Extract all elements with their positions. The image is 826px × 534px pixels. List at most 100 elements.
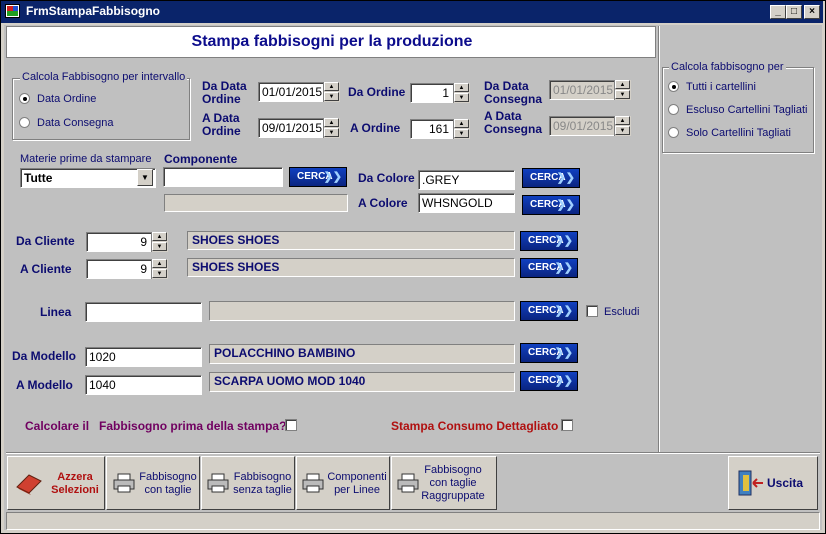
fabbisogno-raggruppate-label: Fabbisogno con taglie Raggruppate (421, 464, 485, 502)
a-modello-description: SCARPA UOMO MOD 1040 (209, 372, 515, 392)
radio-solo-tagliati[interactable] (668, 127, 679, 138)
da-data-consegna-label: Da Data Consegna (484, 79, 543, 106)
linea-field[interactable] (85, 302, 202, 322)
cerca-da-cliente-button[interactable]: CERCA ❯❯ (520, 231, 578, 251)
cerca-a-cliente-button[interactable]: CERCA ❯❯ (520, 258, 578, 278)
interval-group-title: Calcola Fabbisogno per intervallo (20, 71, 188, 83)
vertical-divider (658, 26, 660, 453)
page-title: Stampa fabbisogni per la produzione (191, 33, 473, 50)
a-data-ordine-spinner[interactable]: ▲ ▼ (323, 118, 340, 138)
da-data-ordine-field[interactable]: 01/01/2015 (258, 82, 324, 102)
a-data-consegna-label: A Data Consegna (484, 109, 543, 136)
materie-select[interactable]: Tutte (20, 168, 156, 188)
radio-escluso-tagliati[interactable] (668, 104, 679, 115)
double-chevron-icon: ❯❯ (556, 172, 575, 184)
radio-tutti-cartellini-label: Tutti i cartellini (686, 81, 756, 93)
da-cliente-spinner[interactable]: ▲ ▼ (151, 232, 168, 252)
cerca-a-modello-button[interactable]: CERCA ❯❯ (520, 371, 578, 391)
escludi-checkbox[interactable] (586, 305, 598, 317)
a-modello-label: A Modello (16, 378, 73, 392)
double-chevron-icon: ❯❯ (556, 199, 575, 211)
chevron-down-icon[interactable]: ▼ (137, 169, 153, 186)
cerca-linea-button[interactable]: CERCA ❯❯ (520, 301, 578, 321)
window-title: FrmStampaFabbisogno (26, 4, 161, 18)
da-data-consegna-spinner[interactable]: ▲ ▼ (614, 80, 631, 100)
materie-select-value: Tutte (24, 171, 53, 185)
da-data-ordine-spinner[interactable]: ▲ ▼ (323, 82, 340, 102)
linea-description (209, 301, 515, 321)
da-data-consegna-field[interactable]: 01/01/2015 (549, 80, 615, 100)
printer-icon (113, 473, 135, 493)
maximize-button[interactable]: □ (786, 5, 802, 19)
fabbisogno-raggruppate-button[interactable]: Fabbisogno con taglie Raggruppate (391, 456, 497, 510)
da-ordine-spinner[interactable]: ▲ ▼ (453, 83, 470, 103)
eraser-icon (16, 474, 42, 495)
radio-escluso-tagliati-label: Escluso Cartellini Tagliati (686, 104, 808, 116)
double-chevron-icon: ❯❯ (554, 262, 573, 274)
a-data-ordine-field[interactable]: 09/01/2015 (258, 118, 324, 138)
a-modello-field[interactable]: 1040 (85, 375, 202, 395)
a-ordine-field[interactable]: 161 (410, 119, 454, 139)
fabbisogno-senza-taglie-button[interactable]: Fabbisogno senza taglie (201, 456, 295, 510)
a-data-ordine-label: A Data Ordine (202, 111, 241, 138)
radio-data-consegna-label: Data Consegna (37, 117, 114, 129)
a-cliente-label: A Cliente (20, 262, 72, 276)
azzera-button[interactable]: Azzera Selezioni (7, 456, 105, 510)
header-panel: Stampa fabbisogni per la produzione (6, 26, 656, 58)
a-cliente-spinner[interactable]: ▲ ▼ (151, 259, 168, 279)
calc-group-title: Calcola fabbisogno per (669, 61, 786, 73)
a-data-consegna-field[interactable]: 09/01/2015 (549, 116, 615, 136)
radio-data-consegna[interactable] (19, 117, 30, 128)
uscita-button[interactable]: Uscita (728, 456, 818, 510)
escludi-label: Escludi (604, 306, 640, 318)
da-cliente-label: Da Cliente (16, 234, 75, 248)
printer-icon (207, 473, 229, 493)
componente-description (164, 194, 348, 212)
a-colore-label: A Colore (358, 196, 408, 210)
fabbisogno-con-taglie-label: Fabbisogno con taglie (139, 471, 197, 496)
da-cliente-description: SHOES SHOES (187, 231, 515, 250)
radio-solo-tagliati-label: Solo Cartellini Tagliati (686, 127, 791, 139)
printer-icon (302, 473, 324, 493)
da-modello-description: POLACCHINO BAMBINO (209, 344, 515, 364)
double-chevron-icon: ❯❯ (323, 171, 342, 183)
calcolare-checkbox[interactable] (285, 419, 297, 431)
cerca-da-colore-button[interactable]: CERCA ❯❯ (522, 168, 580, 188)
da-modello-field[interactable]: 1020 (85, 347, 202, 367)
componenti-linee-button[interactable]: Componenti per Linee (296, 456, 390, 510)
consumo-checkbox[interactable] (561, 419, 573, 431)
fabbisogno-senza-taglie-label: Fabbisogno senza taglie (233, 471, 292, 496)
da-data-ordine-label: Da Data Ordine (202, 79, 247, 106)
exit-door-icon (738, 470, 763, 496)
da-colore-label: Da Colore (358, 171, 415, 185)
calcolare-label: Calcolare il Fabbisogno prima della stam… (25, 419, 287, 433)
materie-label: Materie prime da stampare (20, 153, 152, 165)
double-chevron-icon: ❯❯ (554, 347, 573, 359)
a-ordine-spinner[interactable]: ▲ ▼ (453, 119, 470, 139)
componente-field[interactable] (163, 167, 283, 187)
cerca-componente-button[interactable]: CERCA ❯❯ (289, 167, 347, 187)
componenti-linee-label: Componenti per Linee (327, 471, 387, 496)
a-ordine-label: A Ordine (350, 121, 401, 135)
da-ordine-label: Da Ordine (348, 85, 406, 99)
cerca-a-colore-button[interactable]: CERCA ❯❯ (522, 195, 580, 215)
radio-data-ordine[interactable] (19, 93, 30, 104)
a-data-consegna-spinner[interactable]: ▲ ▼ (614, 116, 631, 136)
da-colore-field[interactable]: .GREY (418, 170, 515, 190)
horizontal-divider (6, 452, 820, 454)
double-chevron-icon: ❯❯ (554, 305, 573, 317)
double-chevron-icon: ❯❯ (554, 235, 573, 247)
da-cliente-field[interactable]: 9 (86, 232, 152, 252)
cerca-da-modello-button[interactable]: CERCA ❯❯ (520, 343, 578, 363)
radio-tutti-cartellini[interactable] (668, 81, 679, 92)
radio-data-ordine-label: Data Ordine (37, 93, 97, 105)
a-colore-field[interactable]: WHSNGOLD (418, 193, 515, 213)
a-cliente-field[interactable]: 9 (86, 259, 152, 279)
da-modello-label: Da Modello (12, 349, 77, 363)
azzera-label: Azzera Selezioni (51, 471, 99, 496)
close-button[interactable]: × (804, 5, 820, 19)
da-ordine-field[interactable]: 1 (410, 83, 454, 103)
printer-icon (397, 473, 419, 493)
fabbisogno-con-taglie-button[interactable]: Fabbisogno con taglie (106, 456, 200, 510)
minimize-button[interactable]: _ (770, 5, 786, 19)
